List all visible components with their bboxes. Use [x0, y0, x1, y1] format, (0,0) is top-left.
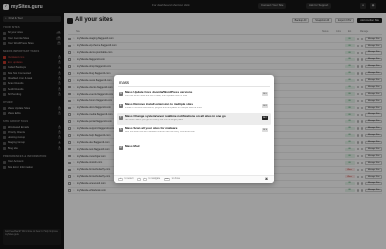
command-brand-icon: ⌘ — [265, 177, 268, 181]
arrow-up-key-icon: ↑ — [136, 177, 142, 182]
result-icon: T — [119, 116, 123, 120]
result-shortcut-badge: M R — [262, 104, 268, 108]
result-shortcut-badge: M C — [262, 116, 268, 120]
result-title: Mass Scan all your sites for malware — [125, 126, 178, 130]
select-hint: to select — [124, 177, 134, 181]
command-results: W Mass Update Core Joomla/WordPress versi… — [117, 89, 271, 155]
result-description: Set which alerts you get for every site … — [125, 118, 184, 121]
arrow-down-key-icon: ↓ — [142, 177, 147, 182]
result-description: Find out which sites are out of date, th… — [125, 94, 188, 97]
result-title: Mass Change system/sever realtime notifi… — [125, 114, 226, 118]
command-search-input[interactable]: mass — [118, 79, 270, 87]
command-palette: mass W Mass Update Core Joomla/WordPress … — [114, 75, 274, 183]
result-icon: M — [119, 146, 123, 150]
result-title: Mass Mod — [125, 144, 140, 148]
result-shortcut-badge: M U — [262, 92, 268, 96]
result-icon: S — [119, 128, 123, 132]
result-title: Mass Update Core Joomla/WordPress versio… — [125, 90, 193, 94]
close-hint: to close — [171, 177, 181, 181]
command-result[interactable]: T Mass Change system/sever realtime notif… — [117, 113, 271, 125]
command-result[interactable]: S Mass Scan all your sites for malware Run… — [117, 125, 271, 137]
command-footer: ↵ to select ↑ ↓ to navigate esc to close… — [114, 175, 274, 183]
result-description: Run the audit tool and malware scanner a… — [125, 130, 195, 133]
command-result[interactable]: W Mass Update Core Joomla/WordPress versi… — [117, 89, 271, 101]
result-description: Install or remove extensions, plugins an… — [125, 106, 202, 109]
result-title: Mass Remove install extension to multipl… — [125, 102, 194, 106]
app-frame: ✓ mySites.guru For dashboard shortcut cl… — [0, 0, 386, 249]
navigate-hint: to navigate — [148, 177, 161, 181]
command-result[interactable]: E Mass Remove install extension to multip… — [117, 101, 271, 113]
enter-key-icon: ↵ — [118, 177, 124, 182]
result-icon: W — [119, 92, 123, 96]
command-search-text: mass — [119, 79, 130, 85]
result-shortcut-badge: M S — [262, 128, 268, 132]
result-icon: E — [119, 104, 123, 108]
command-result[interactable]: M Mass Mod — [117, 143, 271, 155]
esc-key-icon: esc — [163, 177, 171, 182]
